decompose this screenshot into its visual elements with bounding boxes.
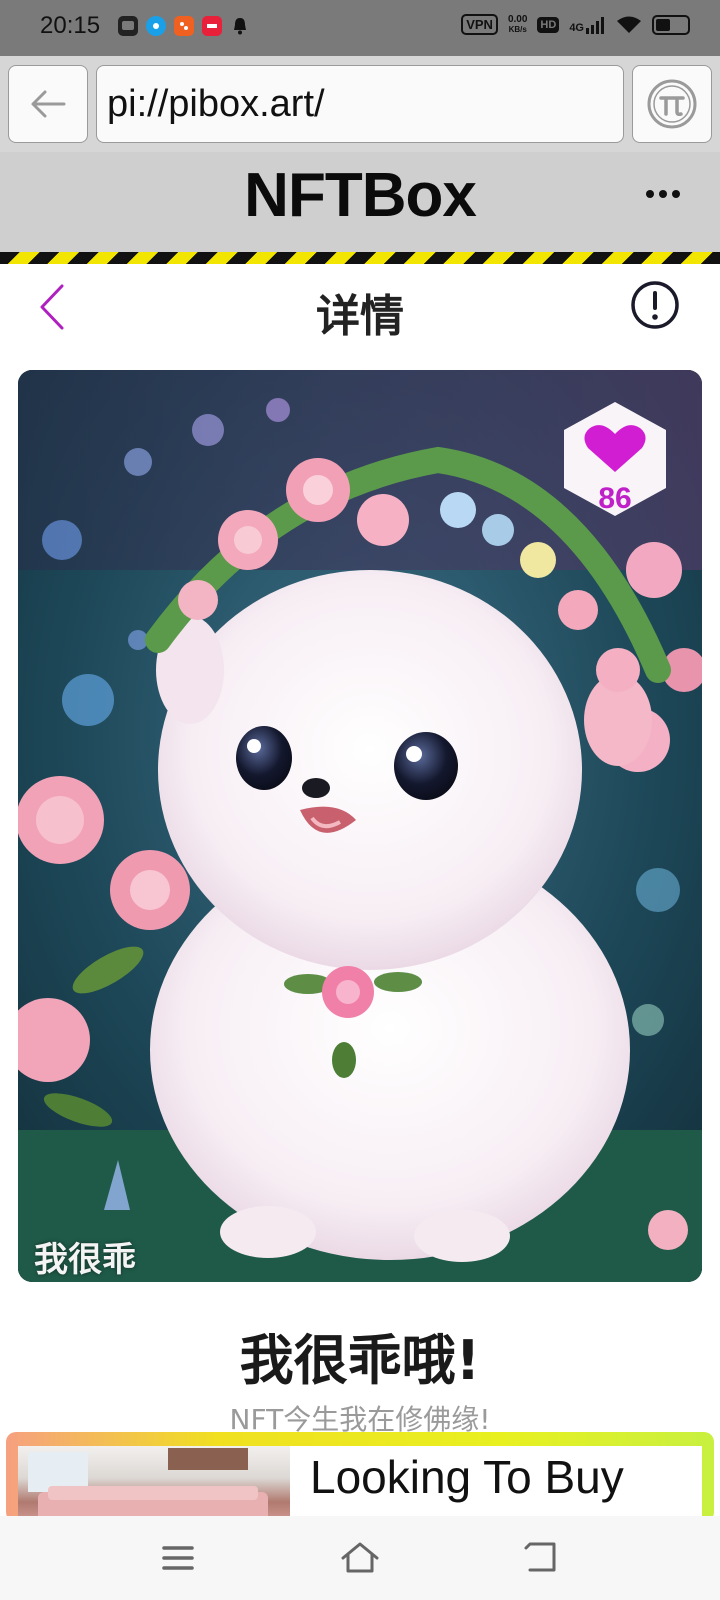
battery-icon: [652, 14, 690, 35]
detail-header: 详情: [0, 264, 720, 352]
url-field[interactable]: pi://pibox.art/: [96, 65, 624, 143]
promo-image: [18, 1446, 290, 1526]
app-icon-orange: [174, 16, 194, 36]
more-options-icon[interactable]: [646, 190, 680, 198]
status-bar: 20:15 VPN 0.00 KB/s HD 4G: [0, 0, 720, 56]
pi-logo-icon: [647, 79, 697, 129]
back-icon[interactable]: [522, 1538, 562, 1578]
status-right: VPN 0.00 KB/s HD 4G: [461, 14, 690, 35]
speed-value: 0.00: [507, 13, 528, 25]
system-nav-bar: [0, 1516, 720, 1600]
app-icon-blue: [146, 16, 166, 36]
app-icon-red: [202, 16, 222, 36]
image-caption: 我很乖: [34, 1240, 136, 1280]
app-title: NFTBox: [244, 161, 477, 230]
screen: 20:15 VPN 0.00 KB/s HD 4G pi://pibox.art…: [0, 0, 720, 1600]
promo-card[interactable]: Looking To Buy: [18, 1446, 702, 1526]
browser-back-button[interactable]: [8, 65, 88, 143]
bell-icon: [230, 16, 250, 36]
vpn-badge: VPN: [461, 14, 498, 35]
page-title: 详情: [316, 291, 404, 342]
notification-icons: [118, 16, 250, 36]
network-speed: 0.00 KB/s: [507, 13, 528, 35]
status-time: 20:15: [40, 12, 101, 39]
promo-text: Looking To Buy: [310, 1451, 624, 1503]
signal-icon: 4G: [569, 16, 606, 34]
hd-badge: HD: [537, 16, 560, 33]
network-type: 4G: [569, 21, 584, 34]
like-count: 86: [598, 482, 632, 515]
arrow-left-icon: [31, 90, 66, 118]
browser-toolbar: pi://pibox.art/: [0, 56, 720, 152]
menu-icon[interactable]: [158, 1538, 198, 1578]
chat-icon: [118, 16, 138, 36]
nft-title: 我很乖哦!: [239, 1329, 481, 1392]
info-icon[interactable]: [630, 280, 680, 330]
home-icon[interactable]: [340, 1538, 380, 1578]
pi-browser-button[interactable]: [632, 65, 712, 143]
app-header: NFTBox: [0, 152, 720, 252]
hazard-stripe: [0, 252, 720, 264]
speed-unit: KB/s: [508, 24, 527, 34]
wifi-icon: [617, 16, 641, 33]
